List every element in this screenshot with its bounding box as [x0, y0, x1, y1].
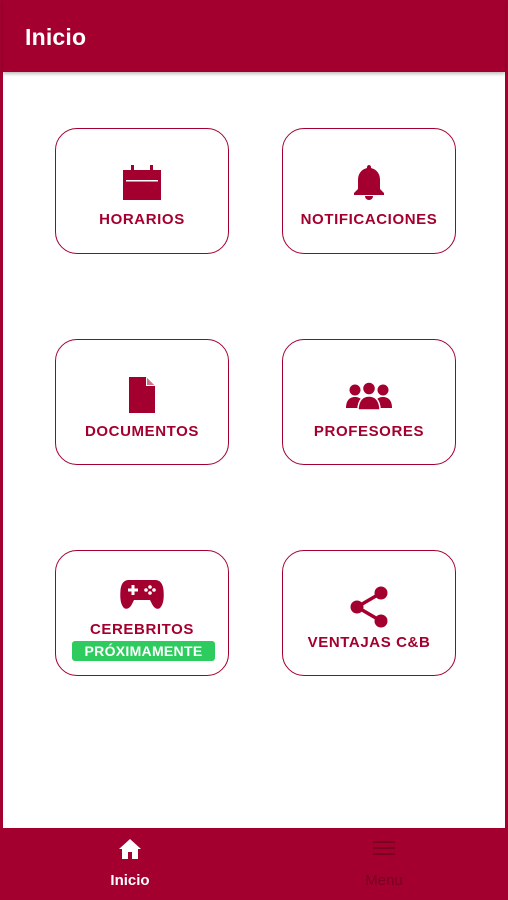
ventajas-label: VENTAJAS C&B [307, 634, 431, 651]
cerebritos-label: CEREBRITOS [89, 621, 195, 638]
top-app-bar: Inicio [3, 0, 505, 72]
document-icon [129, 377, 155, 413]
group-icon [346, 382, 392, 410]
home-icon [119, 839, 141, 859]
nav-menu[interactable]: Menu [324, 828, 444, 900]
cerebritos-card[interactable]: CEREBRITOS PRÓXIMAMENTE [55, 550, 229, 676]
horarios-label: HORARIOS [99, 211, 185, 228]
notificaciones-card[interactable]: NOTIFICACIONES [282, 128, 456, 254]
nav-menu-label: Menu [365, 872, 403, 889]
documentos-card[interactable]: DOCUMENTOS [55, 339, 229, 465]
horarios-card[interactable]: HORARIOS [55, 128, 229, 254]
page-title: Inicio [25, 24, 87, 50]
menu-icon [373, 841, 395, 855]
nav-inicio-label: Inicio [110, 872, 150, 889]
app-screen: Inicio HORARIOS NOTIFICACIONES DOCUMENTO… [0, 0, 508, 900]
bottom-navigation: Inicio Menu [3, 828, 505, 900]
ventajas-card[interactable]: VENTAJAS C&B [282, 550, 456, 676]
proximamente-badge: PRÓXIMAMENTE [72, 641, 215, 661]
nav-inicio[interactable]: Inicio [70, 828, 190, 900]
profesores-label: PROFESORES [313, 423, 425, 440]
calendar-icon [123, 165, 161, 200]
share-icon [350, 586, 388, 628]
gamepad-icon [120, 580, 164, 609]
notificaciones-label: NOTIFICACIONES [300, 211, 438, 228]
bell-icon [354, 165, 384, 200]
documentos-label: DOCUMENTOS [84, 423, 200, 440]
profesores-card[interactable]: PROFESORES [282, 339, 456, 465]
